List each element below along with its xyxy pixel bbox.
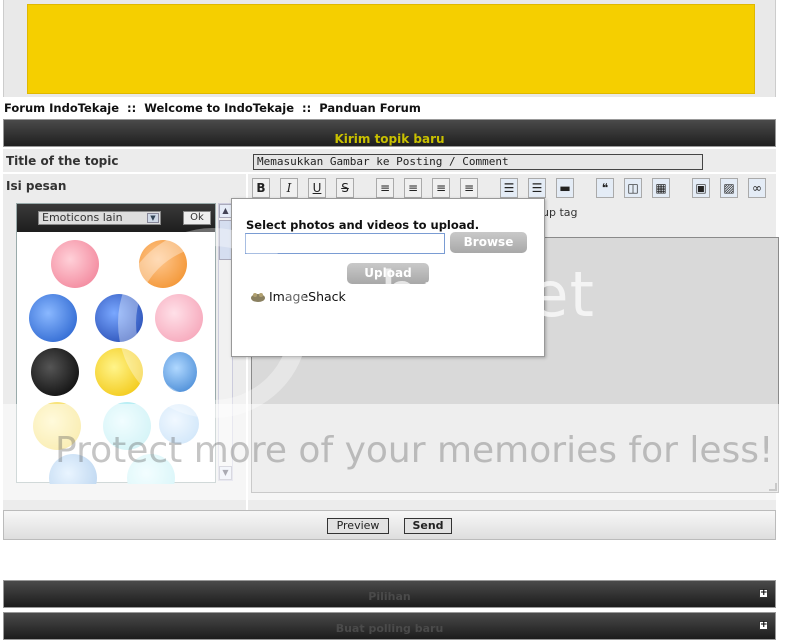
emoticon-phone-icon[interactable] (159, 404, 199, 444)
post-header-bar: Kirim topik baru (3, 119, 776, 147)
expand-plus-icon[interactable]: + (759, 621, 768, 630)
breadcrumb-separator: :: (127, 101, 137, 115)
resize-grip-icon[interactable] (769, 483, 777, 491)
emoticon-ball-icon[interactable] (163, 352, 197, 392)
chevron-down-icon: ▼ (147, 213, 159, 223)
section-options-bar[interactable]: Pilihan + (3, 580, 776, 608)
imageshack-brand: ImageShack (269, 289, 346, 304)
browse-button[interactable]: Browse (450, 232, 527, 253)
emoticon-header: Emoticons lain ▼ Ok (17, 204, 215, 232)
banner-area (3, 0, 776, 97)
emoticon-grid (23, 236, 209, 484)
list-icon[interactable]: ☰ (500, 178, 518, 198)
horizontal-rule-icon[interactable]: ▬ (556, 178, 574, 198)
bold-button[interactable]: B (252, 178, 270, 198)
scroll-down-icon[interactable]: ▼ (219, 466, 232, 480)
emoticon-sunglasses-icon[interactable] (49, 454, 97, 484)
code-icon[interactable]: ◫ (624, 178, 642, 198)
align-justify-icon[interactable]: ≡ (460, 178, 478, 198)
page: Forum IndoTekaje :: Welcome to IndoTekaj… (0, 0, 789, 641)
breadcrumb: Forum IndoTekaje :: Welcome to IndoTekaj… (4, 101, 425, 115)
emoticon-black-icon[interactable] (31, 348, 79, 396)
imageshack-logo[interactable]: ImageShack (250, 289, 346, 304)
send-button[interactable]: Send (404, 518, 452, 534)
emoticon-jail-icon[interactable] (29, 294, 77, 342)
emoticon-angel-icon[interactable] (51, 240, 99, 288)
action-row: Preview Send (3, 510, 776, 540)
emoticon-dance-icon[interactable] (95, 294, 143, 342)
message-label: Isi pesan (6, 179, 67, 193)
table-icon[interactable]: ▦ (652, 178, 670, 198)
topic-title-input[interactable]: Memasukkan Gambar ke Posting / Comment (253, 154, 703, 170)
emoticon-ok-button[interactable]: Ok (183, 211, 211, 225)
ad-banner[interactable] (27, 4, 755, 94)
align-left-icon[interactable]: ≡ (376, 178, 394, 198)
expand-plus-icon[interactable]: + (759, 589, 768, 598)
upload-button[interactable]: Upload (347, 263, 429, 284)
emoticon-orange-icon[interactable] (139, 240, 187, 288)
emoticon-yellow-hand-icon[interactable] (33, 402, 81, 450)
link-icon[interactable]: ∞ (748, 178, 766, 198)
numbered-list-icon[interactable]: ☰ (528, 178, 546, 198)
file-path-input[interactable] (245, 233, 445, 254)
section-poll-bar[interactable]: Buat polling baru + (3, 612, 776, 640)
underline-button[interactable]: U (308, 178, 326, 198)
italic-button[interactable]: I (280, 178, 298, 198)
emoticon-select-value: Emoticons lain (42, 211, 123, 224)
preview-button[interactable]: Preview (327, 518, 389, 534)
emoticon-panel: Emoticons lain ▼ Ok (16, 203, 216, 484)
upload-popup: Select photos and videos to upload. Brow… (231, 198, 545, 357)
emoticon-yellow-icon[interactable] (95, 348, 143, 396)
host-image-icon[interactable]: ▣ (692, 178, 710, 198)
emoticon-pink-icon[interactable] (155, 294, 203, 342)
breadcrumb-separator: :: (302, 101, 312, 115)
post-header-title: Kirim topik baru (334, 132, 445, 146)
align-center-icon[interactable]: ≡ (404, 178, 422, 198)
section-poll-title: Buat polling baru (335, 622, 444, 635)
align-right-icon[interactable]: ≡ (432, 178, 450, 198)
topic-label: Title of the topic (6, 154, 119, 168)
strike-button[interactable]: S (336, 178, 354, 198)
emoticon-bulb-icon[interactable] (127, 454, 175, 484)
section-options-title: Pilihan (368, 590, 411, 603)
breadcrumb-guide-link[interactable]: Panduan Forum (319, 101, 421, 115)
breadcrumb-welcome-link[interactable]: Welcome to IndoTekaje (144, 101, 294, 115)
emoticon-cyan-icon[interactable] (103, 402, 151, 450)
image-icon[interactable]: ▨ (720, 178, 738, 198)
quote-icon[interactable]: ❝ (596, 178, 614, 198)
breadcrumb-forum-link[interactable]: Forum IndoTekaje (4, 101, 119, 115)
emoticon-category-select[interactable]: Emoticons lain ▼ (38, 211, 161, 225)
imageshack-frog-icon (251, 293, 265, 302)
upload-instructions: Select photos and videos to upload. (246, 218, 480, 232)
